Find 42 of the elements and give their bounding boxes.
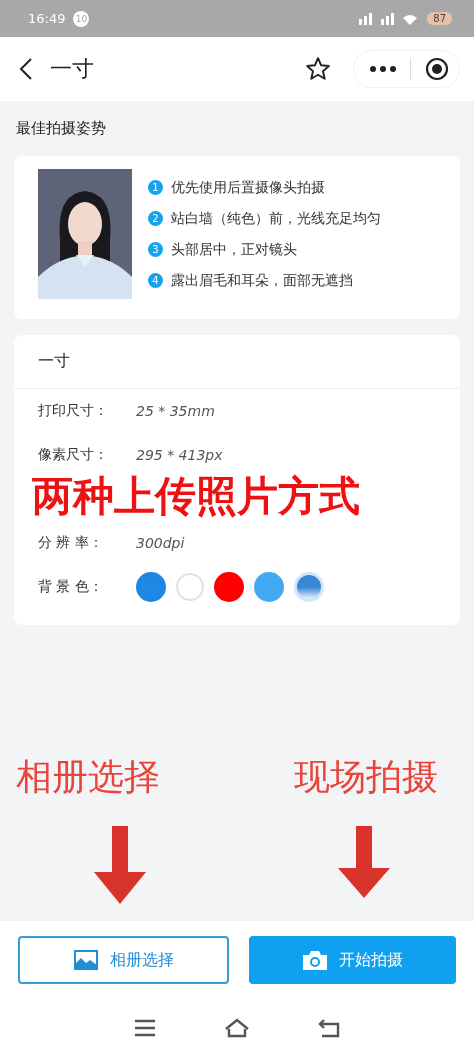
star-icon[interactable] [305,56,331,82]
clock: 16:49 [28,11,66,26]
annotation-text: 相册选择 [16,755,160,799]
back-icon[interactable] [18,57,34,81]
section-title: 最佳拍摄姿势 [15,118,107,138]
step-number: 4 [148,273,163,288]
menu-icon[interactable] [134,1019,156,1037]
tip-text: 露出眉毛和耳朵，面部无遮挡 [171,271,353,290]
color-swatch[interactable] [136,572,166,602]
step-number: 2 [148,211,163,226]
spec-label: 背 景 色： [38,578,104,596]
close-icon[interactable] [425,57,449,81]
spec-value: 300dpi [136,535,185,551]
annotation-text: 两种上传照片方式 [32,471,360,522]
camera-button[interactable]: 开始拍摄 [249,936,456,984]
back-icon[interactable] [318,1018,340,1038]
notification-badge: 10 [73,10,90,27]
spec-value: 25 * 35mm [136,403,215,419]
battery-level: 87 [427,12,452,25]
tip-text: 站白墙（纯色）前，光线充足均匀 [171,209,381,228]
spec-label: 分 辨 率： [38,534,104,552]
signal-icon [359,12,420,25]
image-icon [73,950,98,970]
tip-text: 优先使用后置摄像头拍摄 [171,178,325,197]
tip-text: 头部居中，正对镜头 [171,240,297,259]
annotation-text: 现场拍摄 [294,755,438,799]
color-swatch[interactable] [294,572,324,602]
album-button[interactable]: 相册选择 [18,936,229,984]
spec-label: 打印尺寸： [38,402,109,420]
color-swatch[interactable] [214,572,244,602]
home-icon[interactable] [224,1018,250,1038]
step-number: 1 [148,180,163,195]
spec-label: 像素尺寸： [38,446,109,464]
page-title: 一寸 [50,55,94,83]
color-swatch[interactable] [176,573,204,601]
down-arrow [338,826,390,898]
spec-title: 一寸 [14,335,460,389]
more-icon[interactable] [370,66,396,72]
spec-value: 295 * 413px [136,447,223,463]
step-number: 3 [148,242,163,257]
color-swatch[interactable] [254,572,284,602]
camera-icon [302,950,327,970]
